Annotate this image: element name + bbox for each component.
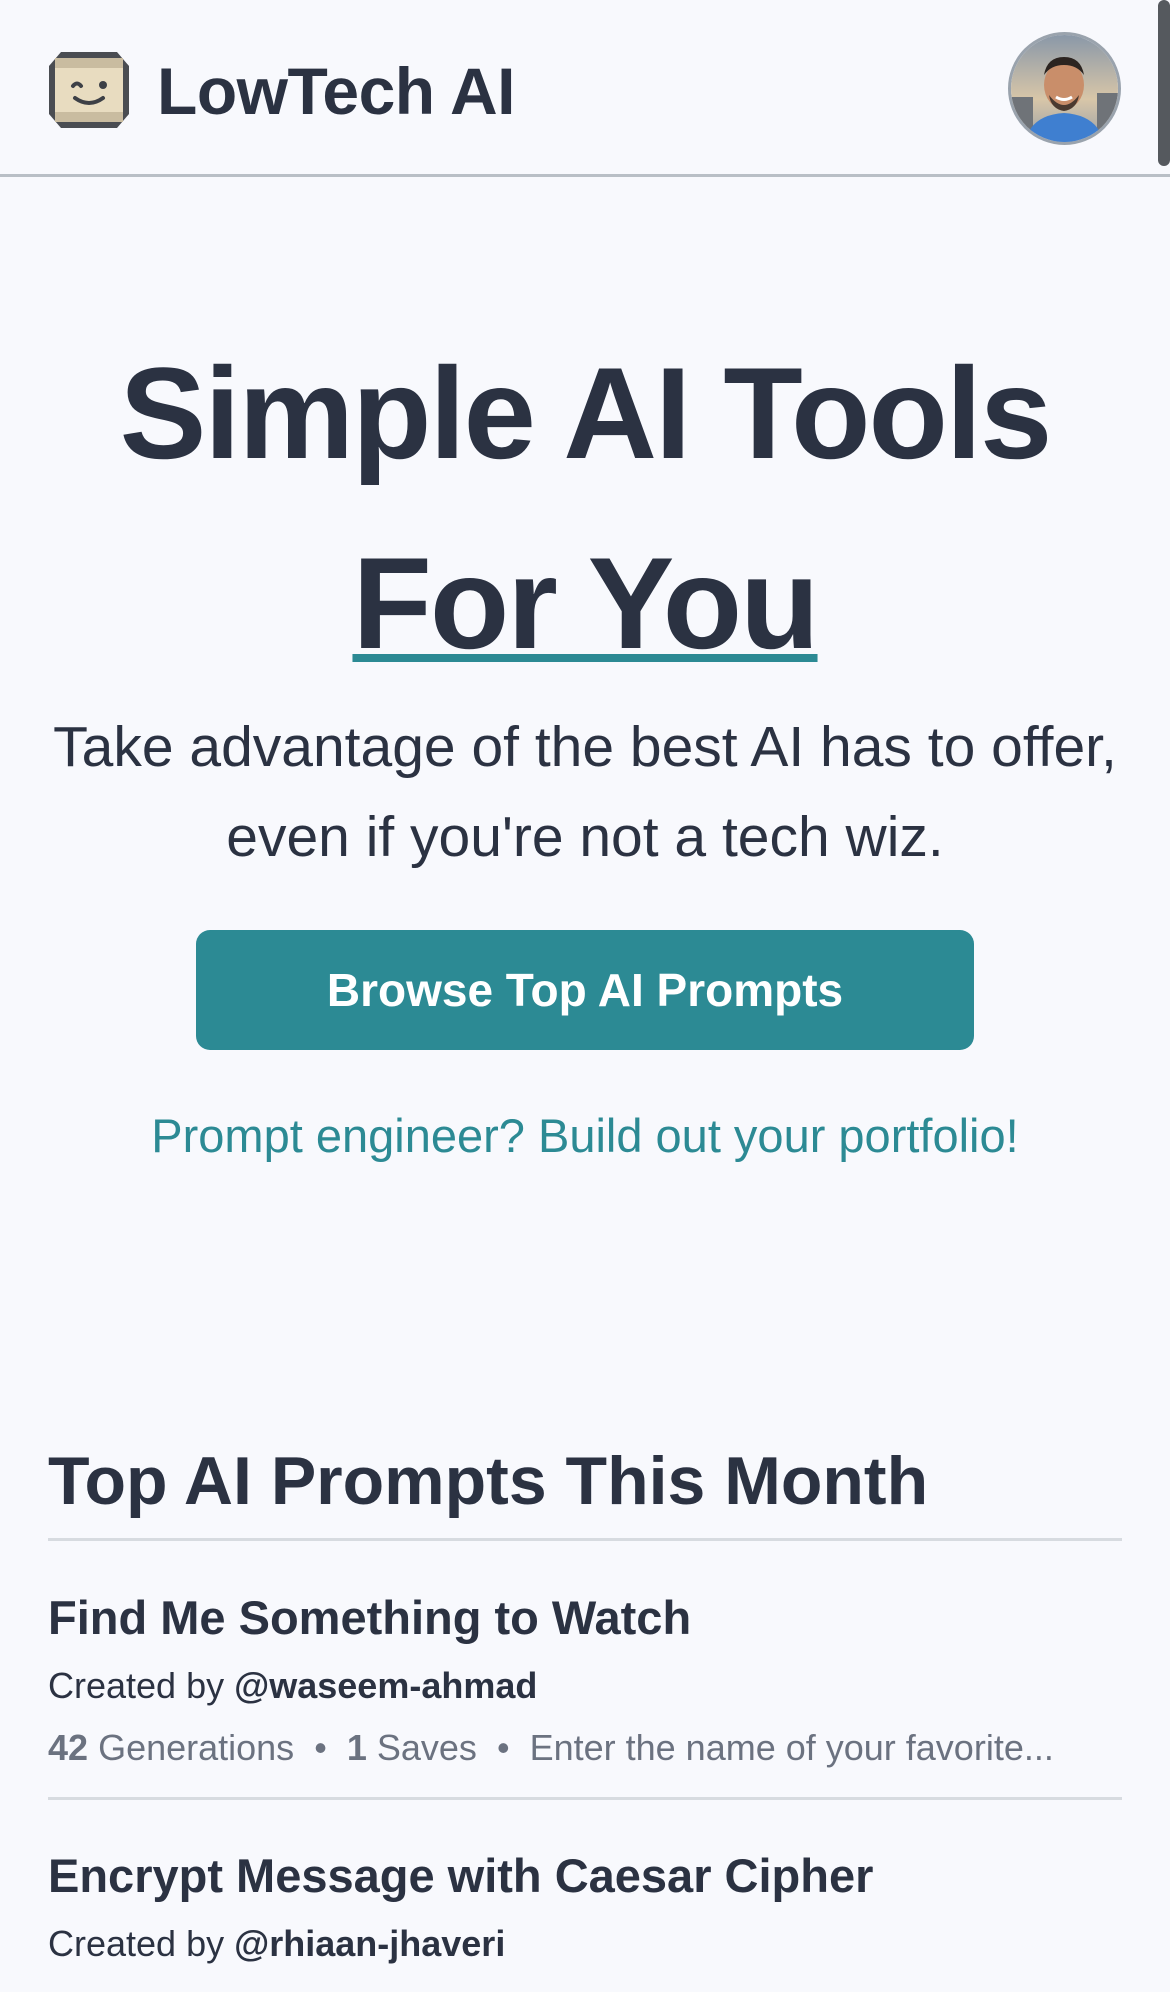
section-title: Top AI Prompts This Month bbox=[48, 1443, 929, 1519]
prompt-description: Enter the name of your favorite... bbox=[529, 1727, 1054, 1768]
section-divider bbox=[48, 1538, 1122, 1541]
prompt-title[interactable]: Find Me Something to Watch bbox=[48, 1588, 691, 1648]
hero-title-line-1: Simple AI Tools bbox=[119, 340, 1053, 486]
page-scrollbar[interactable] bbox=[1158, 0, 1170, 166]
hero-subtitle: Take advantage of the best AI has to off… bbox=[53, 715, 1117, 869]
prompt-creator: Created by @waseem-ahmad bbox=[48, 1665, 538, 1706]
portfolio-link[interactable]: Prompt engineer? Build out your portfoli… bbox=[0, 1104, 1170, 1168]
saves-count: 1 bbox=[346, 1727, 367, 1768]
hero-title: Simple AI Tools For You bbox=[0, 318, 1170, 698]
smiley-robot-icon[interactable] bbox=[47, 48, 131, 132]
top-navigation-bar: LowTech AI bbox=[0, 0, 1170, 177]
generations-label: Generations bbox=[98, 1727, 295, 1768]
brand-name[interactable]: LowTech AI bbox=[157, 52, 516, 130]
prompt-creator: Created by @rhiaan-jhaveri bbox=[48, 1923, 506, 1964]
separator-dot: • bbox=[314, 1727, 327, 1768]
prompt-meta: 42 Generations • 1 Saves • Enter the nam… bbox=[48, 1725, 1054, 1771]
separator-dot: • bbox=[496, 1727, 510, 1768]
saves-label: Saves bbox=[376, 1727, 477, 1768]
user-avatar[interactable] bbox=[1008, 32, 1121, 145]
creator-handle[interactable]: @rhiaan-jhaveri bbox=[234, 1923, 505, 1964]
creator-handle[interactable]: @waseem-ahmad bbox=[234, 1665, 537, 1706]
hero-title-line-2: For You bbox=[352, 530, 819, 676]
prompt-title[interactable]: Encrypt Message with Caesar Cipher bbox=[48, 1846, 873, 1906]
list-divider bbox=[48, 1797, 1122, 1800]
generations-count: 42 bbox=[48, 1727, 89, 1768]
browse-top-prompts-button[interactable]: Browse Top AI Prompts bbox=[196, 930, 974, 1050]
